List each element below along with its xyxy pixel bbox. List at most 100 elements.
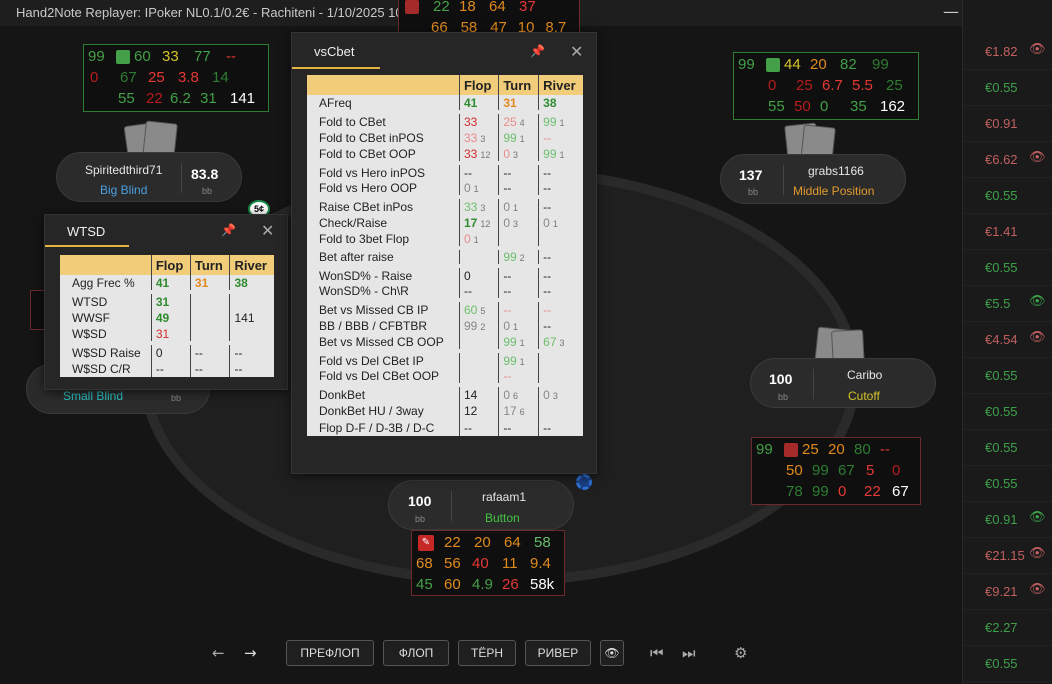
hand-history-item[interactable]: €4.54 👁 [963,322,1052,358]
hud-rafaam1[interactable]: ✎ 22 20 64 58 68 56 40 11 9.4 45 60 4.9 26 58k [411,530,565,596]
stat-value-turn[interactable] [189,290,230,309]
eye-icon[interactable]: 👁 [1029,330,1046,345]
popup-header[interactable]: vsCbet 📌 ✕ [292,33,596,69]
hud-top[interactable]: 22 18 64 37 66 58 47 10 8.7 [398,0,580,36]
hand-history-item[interactable]: €0.91 [963,106,1052,142]
player-box-rafaam1[interactable]: 100 bb rafaam1 Button [388,480,574,530]
stat-value-turn[interactable]: 17 6 [498,402,539,419]
stat-value-flop[interactable]: 33 [458,110,499,129]
stat-value-turn[interactable] [498,231,539,248]
stat-value-turn[interactable]: -- [498,283,539,300]
hand-history-sidebar[interactable]: €1.82 👁 €0.55 €0.91 €6.62 👁 €0.55 €1.41 €0.55 €5.… [962,0,1052,684]
close-icon[interactable]: ✕ [570,42,583,61]
stat-value-turn[interactable]: -- [189,360,230,377]
hand-history-item[interactable]: €2.27 [963,610,1052,646]
stat-value-river[interactable]: 67 3 [538,334,583,351]
stat-value-flop[interactable]: 41 [150,275,191,292]
hand-history-item[interactable]: €1.41 [963,214,1052,250]
stat-value-turn[interactable]: 01 [498,195,539,214]
stat-value-turn[interactable]: 06 [498,383,539,402]
stat-value-turn[interactable]: -- [189,341,230,360]
forward-arrow-icon[interactable]: → [244,644,257,662]
stat-value-turn[interactable]: 99 1 [498,349,539,368]
stat-value-flop[interactable]: 49 [150,309,191,326]
minimize-button[interactable]: — [940,2,962,22]
wtsd-popup[interactable]: WTSD 📌 ✕ Flop Turn River Agg Frec % 41 31 38 WT… [44,214,288,390]
preflop-button[interactable]: ПРЕФЛОП [286,640,374,666]
stat-value-turn[interactable]: 01 [498,317,539,334]
stat-value-turn[interactable] [189,309,230,326]
stat-value-flop[interactable]: -- [458,161,499,180]
hud-caribo[interactable]: 99 25 20 80 -- 50 99 67 5 0 78 99 0 22 67 [751,437,921,505]
stat-value-turn[interactable]: 25 4 [498,110,539,129]
hand-history-item[interactable]: €0.55 [963,394,1052,430]
stat-value-turn[interactable]: 03 [498,146,539,163]
stat-value-flop[interactable]: 0 [458,264,499,283]
stat-value-turn[interactable]: -- [498,419,539,436]
stat-value-flop[interactable]: 33 12 [458,146,499,163]
stat-value-flop[interactable]: -- [150,360,191,377]
hand-history-item[interactable]: €0.55 [963,646,1052,682]
player-box-grabs1166[interactable]: 137 bb grabs1166 Middle Position [720,154,906,204]
hand-history-item[interactable]: €1.82 👁 [963,34,1052,70]
stat-value-turn[interactable]: -- [498,368,539,385]
stat-value-river[interactable]: -- [538,419,583,436]
hand-history-item[interactable]: €0.55 [963,250,1052,286]
stat-value-turn[interactable]: -- [498,161,539,180]
stat-value-river[interactable]: -- [538,161,583,180]
hand-history-item[interactable]: €21.15 👁 [963,538,1052,574]
river-button[interactable]: РИВЕР [525,640,591,666]
stat-value-flop[interactable]: 17 12 [458,214,499,231]
pencil-icon[interactable]: ✎ [418,534,434,551]
hand-history-item[interactable]: €9.21 👁 [963,574,1052,610]
stat-value-river[interactable] [538,349,583,368]
stat-value-river[interactable]: -- [538,317,583,334]
stat-value-turn[interactable]: 03 [498,214,539,231]
hand-history-item[interactable]: €0.55 [963,178,1052,214]
stat-value-river[interactable]: -- [229,341,274,360]
stat-value-turn[interactable]: 31 [189,275,230,292]
stat-value-river[interactable]: 03 [538,383,583,402]
hud-spiritedthird71[interactable]: 99 60 33 77 -- 0 67 25 3.8 14 55 22 6.2 31 141 [83,44,269,112]
stat-value-turn[interactable]: 99 2 [498,246,539,266]
stat-value-turn[interactable]: 99 1 [498,129,539,146]
flop-button[interactable]: ФЛОП [383,640,449,666]
eye-toggle-button[interactable]: 👁 [600,640,624,666]
stat-value-river[interactable]: -- [538,283,583,300]
stat-value-river[interactable] [229,290,274,309]
stat-value-flop[interactable]: 41 [458,95,499,112]
stat-value-flop[interactable]: -- [458,283,499,300]
stat-value-turn[interactable]: 31 [498,95,539,112]
hand-history-item[interactable]: €0.55 [963,358,1052,394]
stat-value-river[interactable] [538,368,583,385]
stat-value-river[interactable] [538,402,583,419]
player-box-caribo[interactable]: 100 bb Caribo Cutoff [750,358,936,408]
eye-icon[interactable]: 👁 [1029,42,1046,57]
stat-value-flop[interactable] [458,334,499,351]
back-arrow-icon[interactable]: ← [212,644,225,662]
stat-value-river[interactable]: -- [538,298,583,317]
stat-value-river[interactable]: 38 [229,275,274,292]
stat-value-river[interactable]: 38 [538,95,583,112]
stat-value-river[interactable]: -- [538,264,583,283]
stat-value-flop[interactable]: 33 3 [458,195,499,214]
stat-value-river[interactable]: -- [538,195,583,214]
skip-to-end-icon[interactable]: ⏭ [682,644,696,662]
stat-value-river[interactable]: 99 1 [538,110,583,129]
stat-value-flop[interactable]: 01 [458,180,499,197]
stat-value-turn[interactable]: -- [498,180,539,197]
hand-history-item[interactable]: €6.62 👁 [963,142,1052,178]
skip-to-start-icon[interactable]: ⏮ [650,644,664,662]
stat-value-river[interactable]: -- [538,246,583,266]
stat-value-turn[interactable]: -- [498,298,539,317]
hud-grabs1166[interactable]: 99 44 20 82 99 0 25 6.7 5.5 25 55 50 0 35 162 [733,52,919,120]
stat-value-river[interactable]: 99 1 [538,146,583,163]
stat-value-flop[interactable]: -- [458,419,499,436]
hand-history-item[interactable]: €0.91 👁 [963,502,1052,538]
stat-value-river[interactable]: 141 [229,309,274,326]
stat-value-turn[interactable] [189,326,230,343]
eye-icon[interactable]: 👁 [1029,150,1046,165]
hand-history-item[interactable]: €0.55 [963,430,1052,466]
turn-button[interactable]: ТЁРН [458,640,516,666]
stat-value-flop[interactable]: 60 5 [458,298,499,317]
